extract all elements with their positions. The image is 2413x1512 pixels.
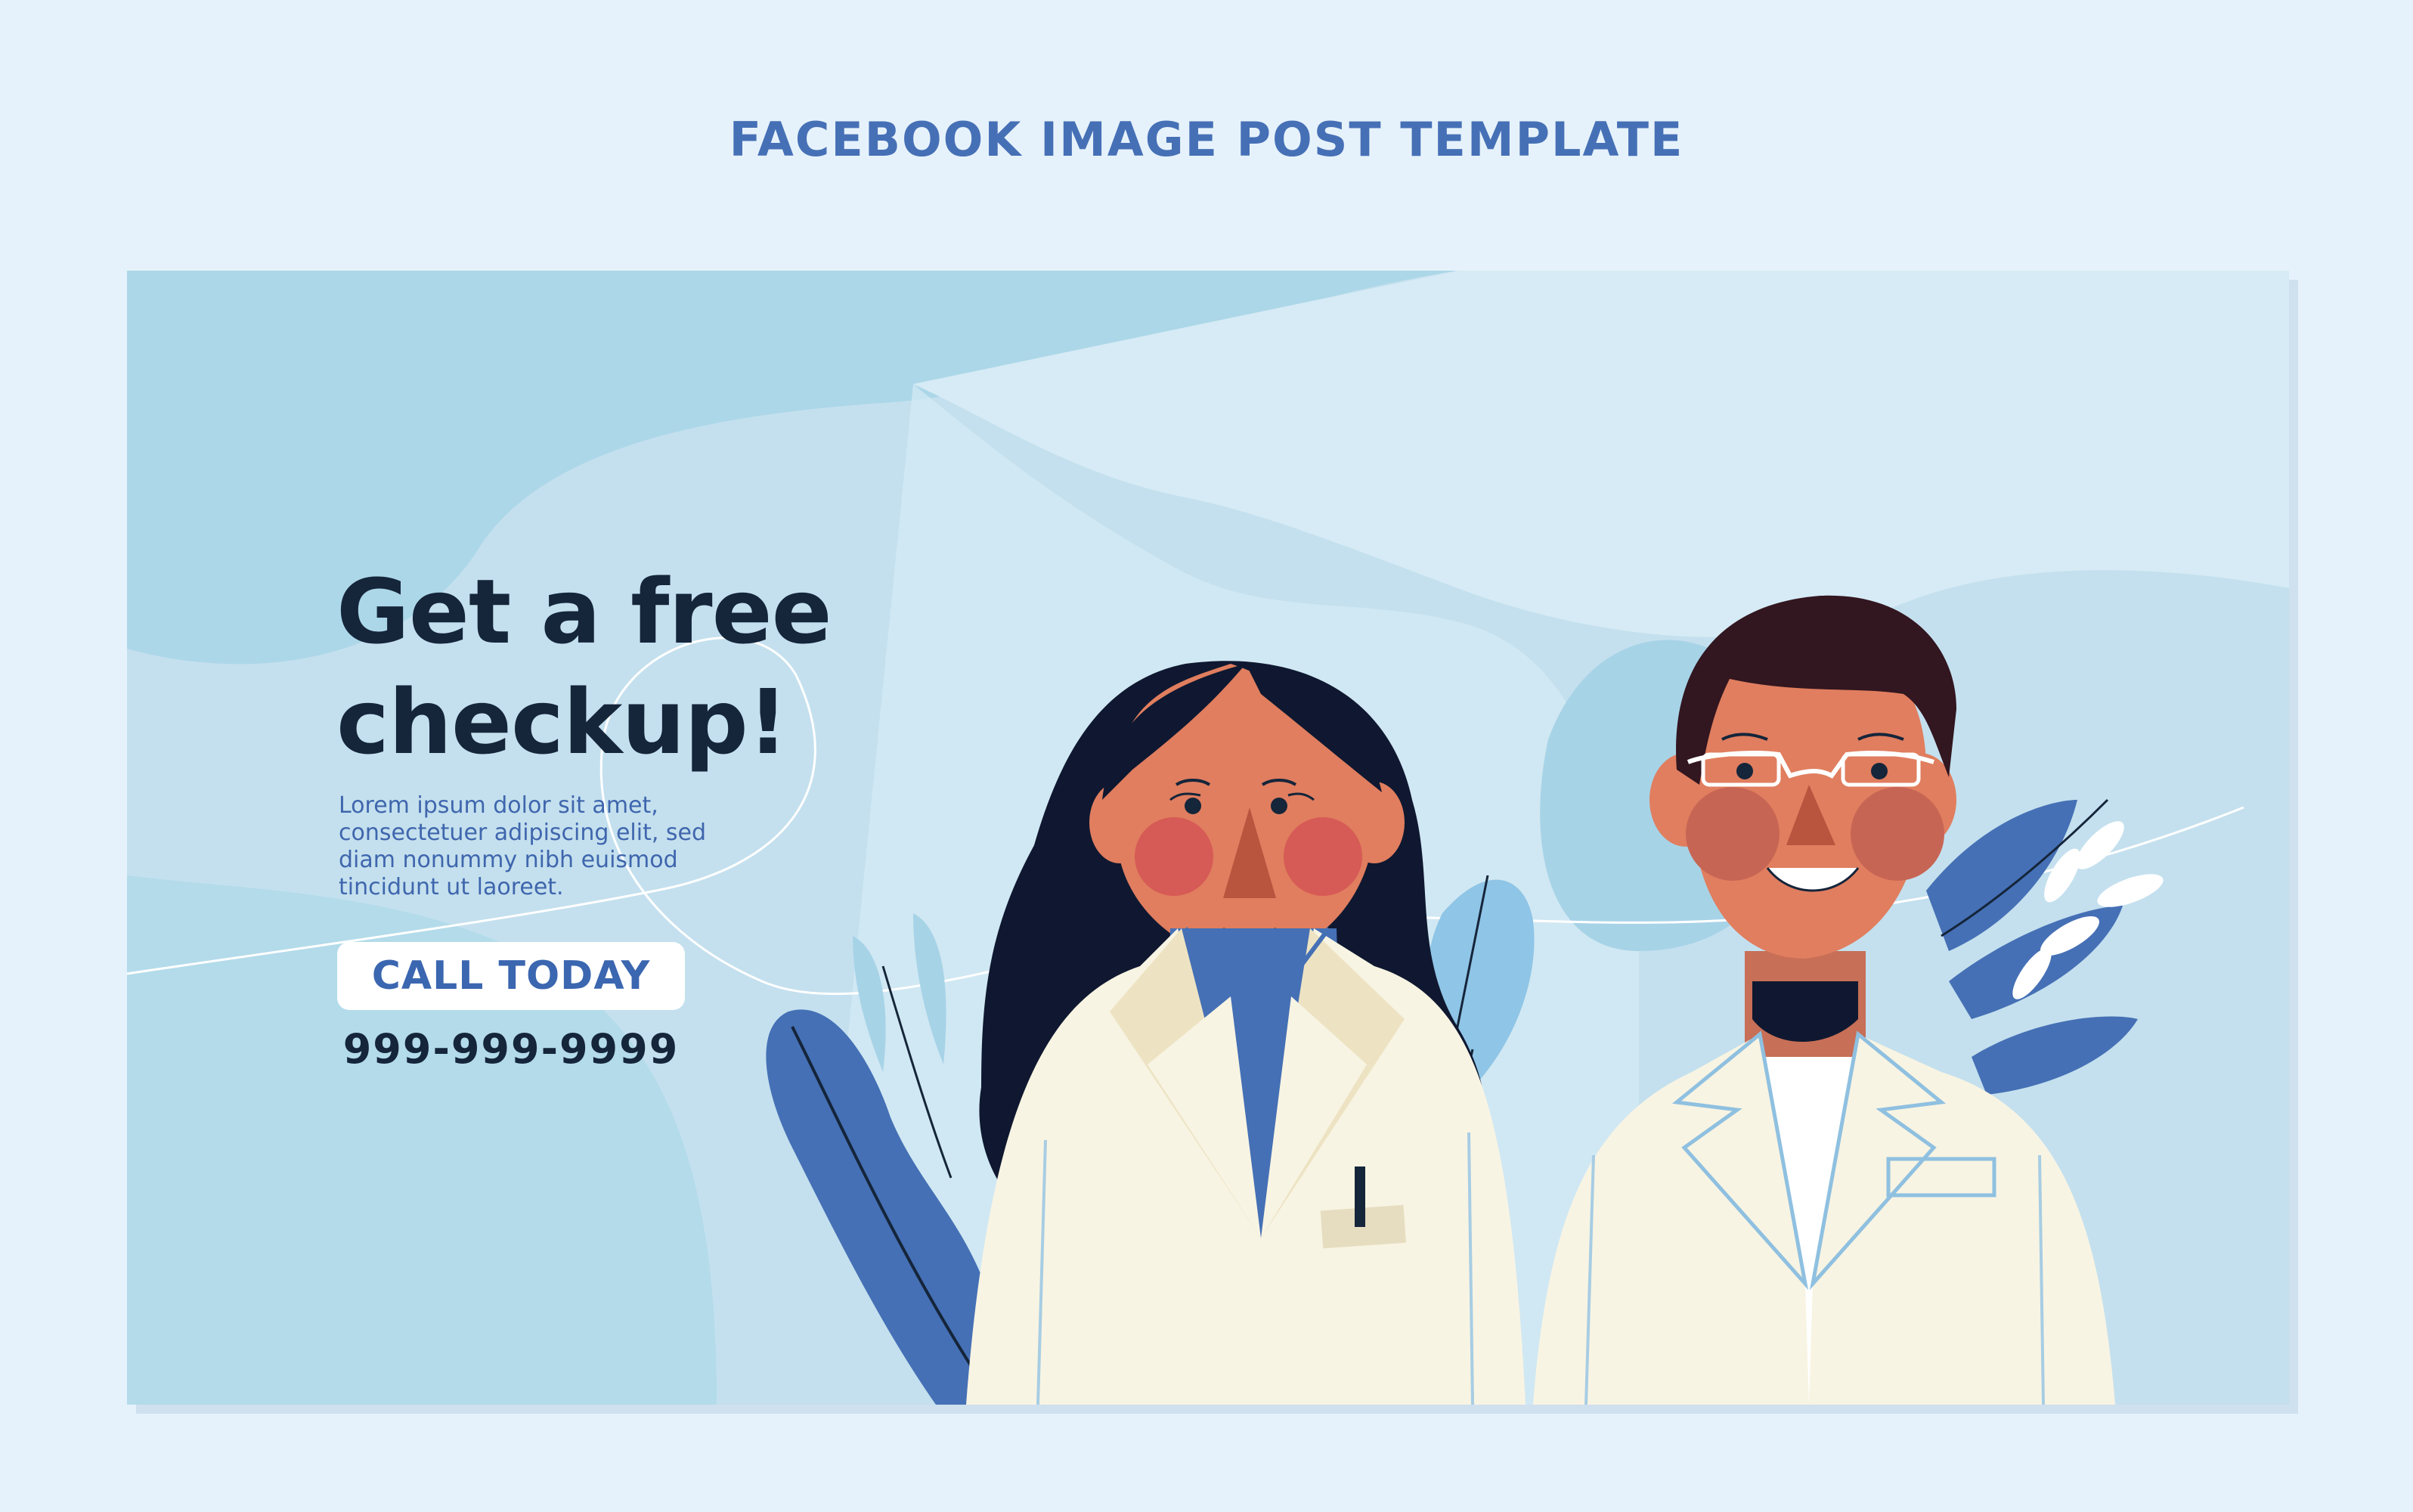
leaf-decoration-right [1926, 798, 2164, 1095]
headline: Get a free checkup! [336, 556, 881, 777]
headline-line-1: Get a free [336, 559, 832, 664]
facebook-post-card: Get a free checkup! Lorem ipsum dolor si… [127, 271, 2289, 1405]
phone-number: 999-999-9999 [342, 1025, 680, 1073]
page-heading: FACEBOOK IMAGE POST TEMPLATE [729, 112, 1684, 167]
headline-line-2: checkup! [336, 670, 788, 774]
body-copy: Lorem ipsum dolor sit amet, consectetuer… [339, 792, 707, 900]
call-today-button[interactable]: CALL TODAY [337, 942, 685, 1010]
